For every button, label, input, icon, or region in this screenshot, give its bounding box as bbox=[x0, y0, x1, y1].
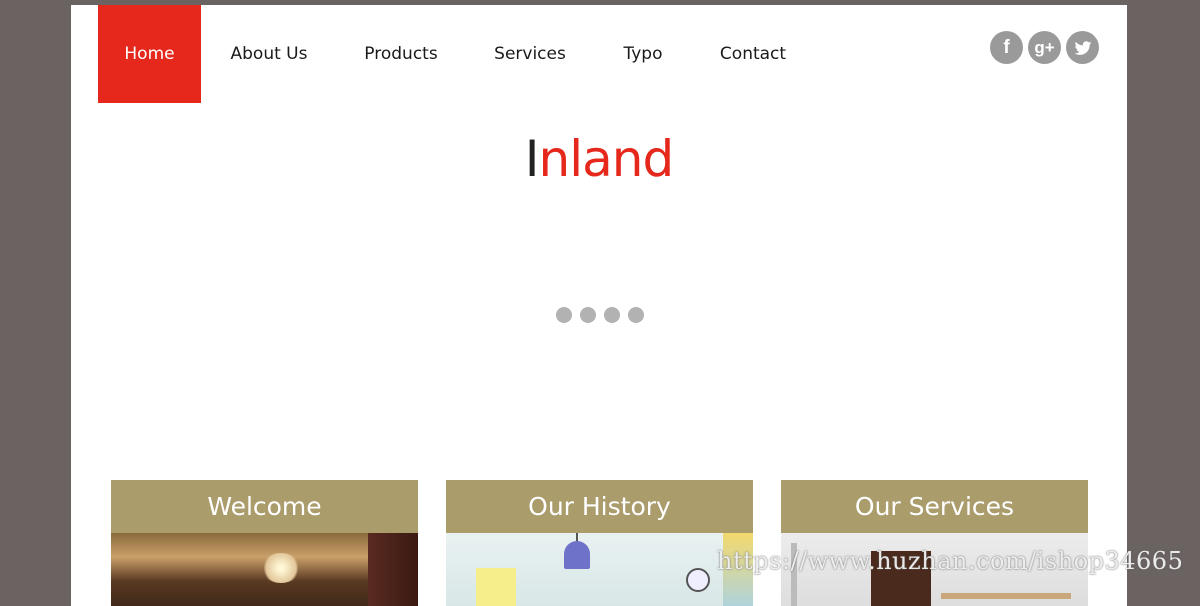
card-our-history[interactable]: Our History bbox=[446, 480, 753, 606]
card-image bbox=[446, 533, 753, 606]
twitter-icon[interactable] bbox=[1066, 31, 1099, 64]
card-our-services[interactable]: Our Services bbox=[781, 480, 1088, 606]
site-logo[interactable]: Inland bbox=[71, 131, 1127, 187]
social-links: f g+ bbox=[990, 31, 1099, 64]
nav-item-products[interactable]: Products bbox=[337, 5, 465, 103]
wall-decoration bbox=[368, 533, 418, 606]
lamp-decoration bbox=[261, 553, 301, 583]
main-nav: Home About Us Products Services Typo Con… bbox=[98, 5, 815, 103]
clock-decoration bbox=[686, 568, 710, 592]
nav-item-typo[interactable]: Typo bbox=[595, 5, 691, 103]
card-title: Welcome bbox=[111, 480, 418, 533]
nav-item-about-us[interactable]: About Us bbox=[201, 5, 337, 103]
twitter-bird-icon bbox=[1074, 40, 1091, 55]
google-plus-icon[interactable]: g+ bbox=[1028, 31, 1061, 64]
slider-pagination bbox=[556, 307, 644, 323]
card-title: Our Services bbox=[781, 480, 1088, 533]
nav-item-contact[interactable]: Contact bbox=[691, 5, 815, 103]
pendant-lamp-decoration bbox=[564, 541, 590, 569]
watermark-text: https://www.huzhan.com/ishop34665 bbox=[717, 547, 1184, 575]
feature-cards: Welcome Our History Our Services bbox=[111, 480, 1088, 606]
slider-dot-1[interactable] bbox=[556, 307, 572, 323]
nav-item-home[interactable]: Home bbox=[98, 5, 201, 103]
card-title: Our History bbox=[446, 480, 753, 533]
slider-dot-4[interactable] bbox=[628, 307, 644, 323]
logo-rest: nland bbox=[538, 130, 675, 188]
nav-item-services[interactable]: Services bbox=[465, 5, 595, 103]
logo-first-letter: I bbox=[524, 130, 540, 188]
card-image bbox=[111, 533, 418, 606]
slider-dot-2[interactable] bbox=[580, 307, 596, 323]
facebook-icon[interactable]: f bbox=[990, 31, 1023, 64]
card-welcome[interactable]: Welcome bbox=[111, 480, 418, 606]
panel-decoration bbox=[476, 568, 516, 606]
page-container: Home About Us Products Services Typo Con… bbox=[71, 5, 1127, 606]
shelf-board-decoration bbox=[941, 593, 1071, 599]
slider-dot-3[interactable] bbox=[604, 307, 620, 323]
